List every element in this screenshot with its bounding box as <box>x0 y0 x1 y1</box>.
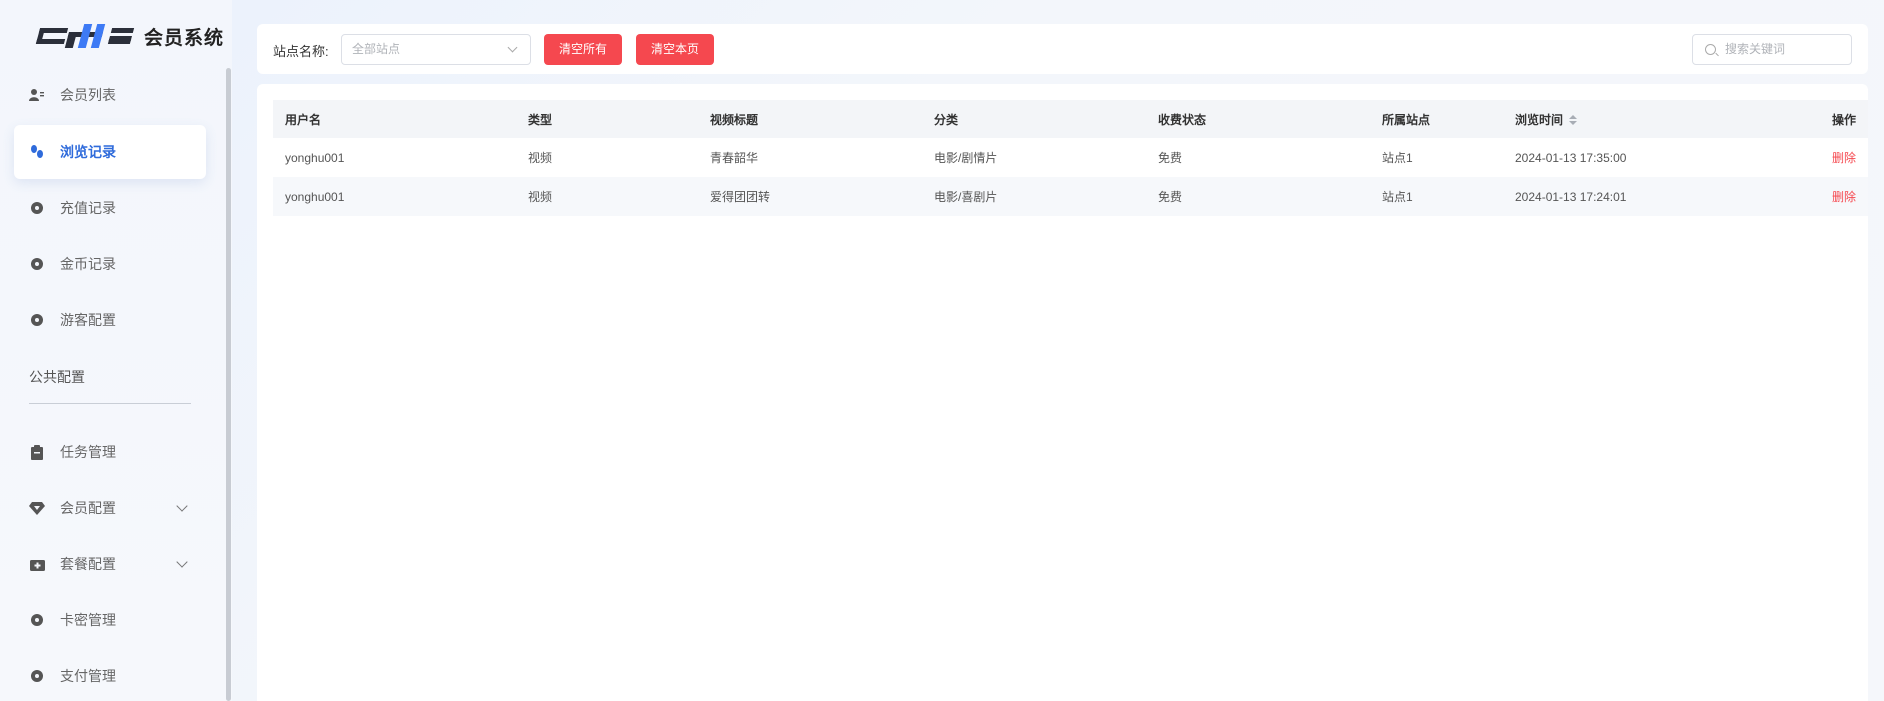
section-label-public-config: 公共配置 <box>29 369 85 385</box>
column-header-action: 操作 <box>1703 100 1868 138</box>
cell-fee-status: 免费 <box>1146 177 1370 216</box>
column-header-fee-status: 收费状态 <box>1146 100 1370 138</box>
sidebar-item-member-config[interactable]: 会员配置 <box>14 481 206 535</box>
cell-browse-time: 2024-01-13 17:35:00 <box>1515 150 1627 165</box>
sort-icon[interactable] <box>1569 114 1578 126</box>
section-divider <box>29 403 191 404</box>
chevron-down-icon[interactable] <box>176 500 188 512</box>
cell-browse-time: 2024-01-13 17:24:01 <box>1503 177 1703 216</box>
dot-icon <box>28 311 46 329</box>
dot-icon <box>28 255 46 273</box>
table-row: yonghu001 视频 青春韶华 电影/剧情片 免费 站点1 2024-01-… <box>273 138 1868 177</box>
sidebar-item-guest-config[interactable]: 游客配置 <box>14 293 206 347</box>
site-select-value: 全部站点 <box>352 42 401 56</box>
column-header-browse-time[interactable]: 浏览时间 <box>1503 100 1703 138</box>
cell-type: 视频 <box>528 151 553 165</box>
cell-category: 电影/剧情片 <box>934 151 998 165</box>
cell-action: 删除 <box>1703 138 1868 177</box>
site-filter-label: 站点名称: <box>273 44 329 59</box>
browse-history-table: 用户名 类型 视频标题 分类 收费状态 所属站点 浏览时间 操作 yonghu0… <box>273 100 1868 216</box>
footprint-icon <box>28 143 46 161</box>
sidebar-item-package-config[interactable]: 套餐配置 <box>14 537 206 591</box>
sidebar-item-browse-history[interactable]: 浏览记录 <box>14 125 206 179</box>
sidebar-item-label: 支付管理 <box>60 668 116 684</box>
cell-video-title: 爱得团团转 <box>698 177 922 216</box>
chevron-down-icon[interactable] <box>176 556 188 568</box>
sidebar-item-card-key-management[interactable]: 卡密管理 <box>14 593 206 647</box>
app-title: 会员系统 <box>144 27 225 49</box>
search-input[interactable]: 搜索关键词 <box>1692 34 1852 65</box>
cell-username: yonghu001 <box>285 150 345 165</box>
clear-all-button[interactable]: 清空所有 <box>544 34 623 65</box>
clear-page-button[interactable]: 清空本页 <box>636 34 715 65</box>
cell-action: 删除 <box>1703 177 1868 216</box>
sidebar-item-coin-records[interactable]: 金币记录 <box>14 237 206 291</box>
cell-username: yonghu001 <box>273 177 516 216</box>
search-placeholder: 搜索关键词 <box>1725 42 1786 56</box>
table-header-row: 用户名 类型 视频标题 分类 收费状态 所属站点 浏览时间 操作 <box>273 100 1868 138</box>
cms-logo <box>35 23 135 49</box>
sidebar-item-task-management[interactable]: 任务管理 <box>14 425 206 479</box>
column-header-username: 用户名 <box>273 100 516 138</box>
dot-icon <box>28 667 46 685</box>
site-select[interactable]: 全部站点 <box>341 34 531 65</box>
sidebar-item-label: 套餐配置 <box>60 556 116 572</box>
delete-link[interactable]: 删除 <box>1832 190 1856 204</box>
cell-type: 视频 <box>516 177 698 216</box>
filter-toolbar: 站点名称: 全部站点 清空所有 清空本页 搜索关键词 <box>257 24 1868 74</box>
dot-icon <box>28 199 46 217</box>
column-header-type: 类型 <box>516 100 698 138</box>
sidebar-item-label: 浏览记录 <box>60 144 116 160</box>
sidebar-item-label: 充值记录 <box>60 200 116 216</box>
member-list-icon <box>28 86 46 104</box>
sidebar: 会员系统 会员列表 浏览记录 充值记录 金币记录 游客配置 公共配置 任务管理 … <box>0 0 232 701</box>
cell-site: 站点1 <box>1382 151 1413 165</box>
cell-fee-status: 免费 <box>1158 151 1183 165</box>
sidebar-scrollbar[interactable] <box>226 68 231 701</box>
sidebar-item-label: 游客配置 <box>60 312 116 328</box>
column-header-category: 分类 <box>922 100 1146 138</box>
cell-video-title: 青春韶华 <box>710 151 759 165</box>
column-header-browse-time-label: 浏览时间 <box>1515 112 1564 127</box>
content-panel: 用户名 类型 视频标题 分类 收费状态 所属站点 浏览时间 操作 yonghu0… <box>257 84 1868 701</box>
cell-category: 电影/喜剧片 <box>922 177 1146 216</box>
sidebar-item-label: 任务管理 <box>60 444 116 460</box>
delete-link[interactable]: 删除 <box>1832 151 1856 165</box>
sidebar-item-label: 金币记录 <box>60 256 116 272</box>
cell-site: 站点1 <box>1370 177 1503 216</box>
sidebar-item-label: 卡密管理 <box>60 612 116 628</box>
brand: 会员系统 <box>35 20 225 52</box>
diamond-icon <box>28 499 46 517</box>
column-header-site: 所属站点 <box>1370 100 1503 138</box>
search-icon <box>1705 44 1716 55</box>
clipboard-icon <box>28 443 46 461</box>
sidebar-item-recharge-records[interactable]: 充值记录 <box>14 181 206 235</box>
table-row: yonghu001 视频 爱得团团转 电影/喜剧片 免费 站点1 2024-01… <box>273 177 1868 216</box>
sidebar-item-payment-management[interactable]: 支付管理 <box>14 649 206 701</box>
app-root: 会员系统 会员列表 浏览记录 充值记录 金币记录 游客配置 公共配置 任务管理 … <box>0 0 1884 701</box>
sidebar-item-member-list[interactable]: 会员列表 <box>14 68 206 122</box>
sidebar-item-label: 会员配置 <box>60 500 116 516</box>
sidebar-item-label: 会员列表 <box>60 87 116 103</box>
package-icon <box>28 555 46 573</box>
column-header-video-title: 视频标题 <box>698 100 922 138</box>
dot-icon <box>28 611 46 629</box>
chevron-down-icon <box>507 42 518 53</box>
